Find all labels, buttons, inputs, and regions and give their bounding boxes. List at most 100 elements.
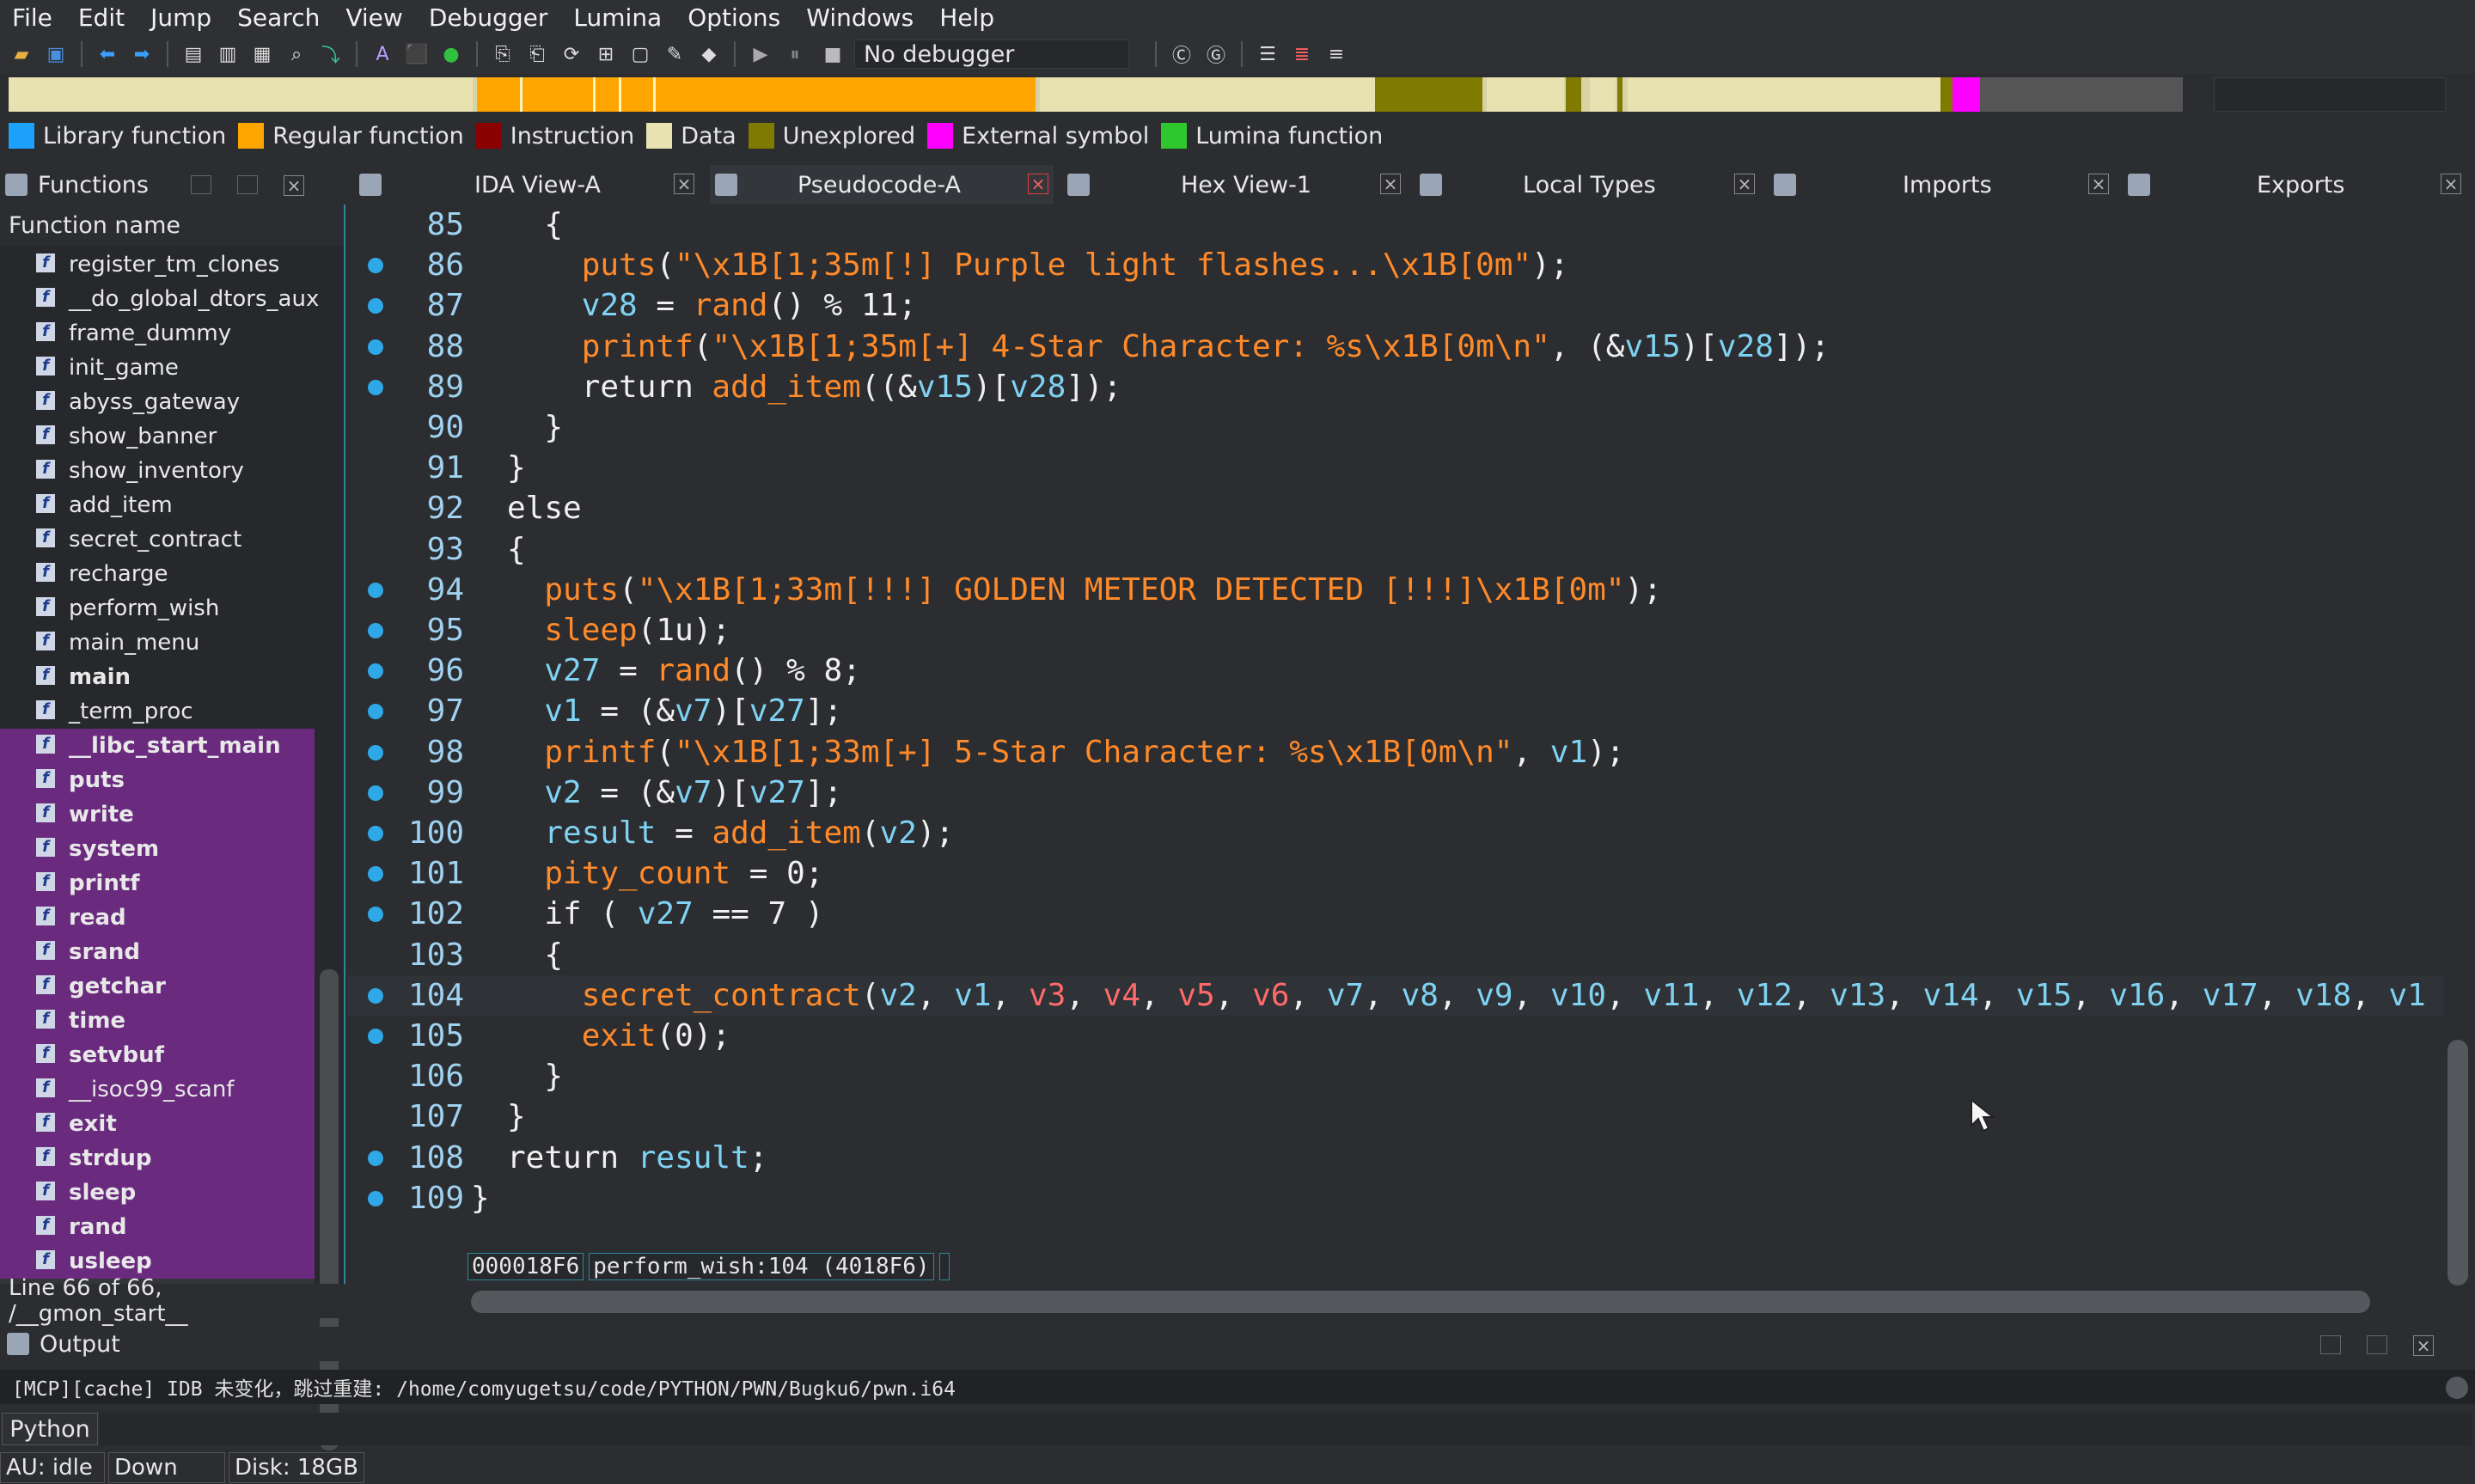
code-line[interactable]: 85 {: [347, 205, 2444, 245]
tab-hex-view[interactable]: Hex View-1: [1067, 165, 1311, 205]
frame-icon[interactable]: ▢: [627, 41, 653, 67]
list-icon[interactable]: ☰: [1255, 41, 1280, 67]
menu-edit[interactable]: Edit: [78, 3, 125, 32]
breakpoint-dot-icon[interactable]: [368, 866, 383, 882]
close-icon[interactable]: ×: [1028, 174, 1048, 194]
code-line[interactable]: 86 puts("\x1B[1;35m[!] Purple light flas…: [347, 245, 2444, 285]
function-row[interactable]: f strdup: [0, 1141, 315, 1176]
hex-view-icon[interactable]: ▦: [249, 41, 275, 67]
code-line[interactable]: 91}: [347, 448, 2444, 488]
breakpoint-dot-icon[interactable]: [368, 582, 383, 598]
play-icon[interactable]: ▶: [748, 41, 773, 67]
breakpoint-dot-icon[interactable]: [368, 1150, 383, 1166]
open-icon[interactable]: ▰: [9, 41, 34, 67]
menu-debugger[interactable]: Debugger: [429, 3, 548, 32]
code-line[interactable]: 101 pity_count = 0;: [347, 853, 2444, 894]
code-view-icon[interactable]: ▤: [180, 41, 206, 67]
g-icon[interactable]: Ⓖ: [1203, 41, 1229, 67]
back-arrow-icon[interactable]: ⬅: [95, 41, 120, 67]
code-horizontal-scrollbar[interactable]: [471, 1291, 2370, 1313]
function-row[interactable]: f show_inventory: [0, 454, 315, 488]
menu-view[interactable]: View: [345, 3, 402, 32]
code-line[interactable]: 100 result = add_item(v2);: [347, 813, 2444, 853]
menu-help[interactable]: Help: [939, 3, 994, 32]
function-row[interactable]: f srand: [0, 935, 315, 969]
function-row[interactable]: f sleep: [0, 1176, 315, 1210]
edit-icon[interactable]: ✎: [662, 41, 688, 67]
python-command-input[interactable]: [100, 1413, 2472, 1445]
function-row[interactable]: f init_game: [0, 351, 315, 385]
navigation-overview[interactable]: [2214, 77, 2446, 112]
breakpoint-dot-icon[interactable]: [368, 1029, 383, 1044]
function-row[interactable]: f rand: [0, 1210, 315, 1244]
function-row[interactable]: f perform_wish: [0, 591, 315, 626]
debugger-selector[interactable]: ■ No debugger: [820, 40, 1129, 69]
function-row[interactable]: f main_menu: [0, 626, 315, 660]
function-row[interactable]: f getchar: [0, 969, 315, 1004]
tab-exports[interactable]: Exports: [2128, 165, 2344, 205]
breakpoint-dot-icon[interactable]: [368, 744, 383, 760]
breakpoint-dot-icon[interactable]: [368, 339, 383, 355]
menu-windows[interactable]: Windows: [806, 3, 914, 32]
breakpoint-dot-icon[interactable]: [368, 298, 383, 315]
search-icon[interactable]: ⌕: [284, 41, 309, 67]
float-icon[interactable]: [2367, 1335, 2387, 1354]
menu-search[interactable]: Search: [237, 3, 320, 32]
code-line[interactable]: 96 v27 = rand() % 8;: [347, 650, 2444, 691]
code-line[interactable]: 92 else: [347, 488, 2444, 528]
stop-sign-icon[interactable]: ⬛: [404, 41, 430, 67]
function-row[interactable]: f main: [0, 660, 315, 694]
step-over-icon[interactable]: ⎗: [524, 41, 550, 67]
breakpoint-dot-icon[interactable]: [368, 258, 383, 274]
function-row[interactable]: f __isoc99_scanf: [0, 1072, 315, 1107]
function-row[interactable]: f recharge: [0, 557, 315, 591]
function-row[interactable]: f exit: [0, 1107, 315, 1141]
function-row[interactable]: f frame_dummy: [0, 316, 315, 351]
outline-icon[interactable]: ≡: [1323, 41, 1349, 67]
code-line[interactable]: 105 exit(0);: [347, 1016, 2444, 1056]
menu-jump[interactable]: Jump: [150, 3, 211, 32]
function-row[interactable]: f __libc_start_main: [0, 729, 315, 763]
menu-file[interactable]: File: [12, 3, 52, 32]
code-line[interactable]: 108 return result;: [347, 1138, 2444, 1178]
code-line[interactable]: 106 }: [347, 1056, 2444, 1096]
code-line[interactable]: 103 {: [347, 935, 2444, 975]
tab-local-types[interactable]: Local Types: [1420, 165, 1656, 205]
function-row[interactable]: f register_tm_clones: [0, 247, 315, 282]
close-icon[interactable]: ×: [2088, 174, 2109, 194]
code-line[interactable]: 99 v2 = (&v7)[v27];: [347, 773, 2444, 813]
close-icon[interactable]: ×: [2413, 1335, 2434, 1356]
function-row[interactable]: f printf: [0, 866, 315, 901]
function-row[interactable]: f show_banner: [0, 419, 315, 454]
breakpoint-dot-icon[interactable]: [368, 704, 383, 720]
function-row[interactable]: f time: [0, 1004, 315, 1038]
text-icon[interactable]: A: [370, 41, 395, 67]
graph-view-icon[interactable]: ▥: [215, 41, 241, 67]
output-scroll-handle[interactable]: [2446, 1377, 2468, 1399]
breakpoint-dot-icon[interactable]: [368, 785, 383, 801]
tab-pseudocode[interactable]: Pseudocode-A: [710, 165, 1054, 205]
diamond-icon[interactable]: ◆: [696, 41, 722, 67]
code-vertical-scrollbar[interactable]: [2448, 1040, 2468, 1286]
python-button[interactable]: Python: [2, 1413, 98, 1445]
breakpoint-dot-icon[interactable]: [368, 663, 383, 680]
code-line[interactable]: 107}: [347, 1096, 2444, 1137]
code-line[interactable]: 98 printf("\x1B[1;33m[+] 5-Star Characte…: [347, 732, 2444, 773]
function-row[interactable]: f system: [0, 832, 315, 866]
menu-options[interactable]: Options: [688, 3, 780, 32]
forward-arrow-icon[interactable]: ➡: [129, 41, 155, 67]
code-line[interactable]: 104 secret_contract(v2, v1, v3, v4, v5, …: [347, 974, 2444, 1016]
code-line[interactable]: 102 if ( v27 == 7 ): [347, 894, 2444, 934]
function-row[interactable]: f setvbuf: [0, 1038, 315, 1072]
pin-icon[interactable]: [2320, 1335, 2341, 1354]
close-icon[interactable]: ×: [284, 175, 304, 196]
jump-icon[interactable]: ⤵: [318, 41, 344, 67]
save-icon[interactable]: ▣: [43, 41, 69, 67]
tab-functions[interactable]: Functions: [5, 165, 149, 205]
breakpoint-dot-icon[interactable]: [368, 623, 383, 638]
code-line[interactable]: 109}: [347, 1178, 2444, 1218]
float-icon[interactable]: [237, 175, 258, 194]
debugger-select[interactable]: No debugger: [854, 40, 1129, 69]
code-line[interactable]: 88 printf("\x1B[1;35m[+] 4-Star Characte…: [347, 327, 2444, 367]
function-row[interactable]: f _term_proc: [0, 694, 315, 729]
